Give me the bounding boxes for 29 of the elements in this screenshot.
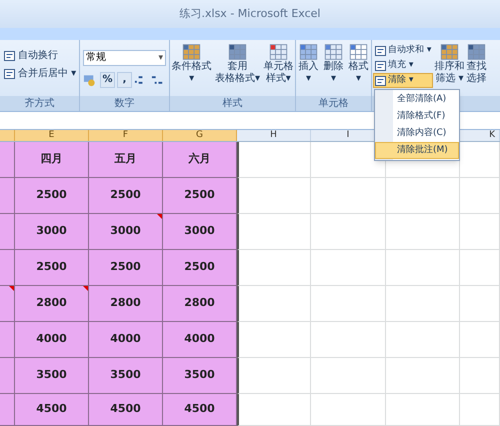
table-cell: 2500: [15, 178, 89, 214]
table-cell: 3000: [163, 214, 237, 250]
table-cell: 2500: [89, 250, 163, 286]
table-cell: 4000: [89, 322, 163, 358]
table-cell: 2800: [89, 286, 163, 322]
table-cell: 2800: [15, 286, 89, 322]
group-label: 单元格: [296, 96, 371, 111]
table-cell: 2500: [163, 178, 237, 214]
table-cell: 3000: [89, 214, 163, 250]
table-cell: 2500: [15, 250, 89, 286]
table-cell: 2500: [163, 250, 237, 286]
table-cell: 3000: [15, 214, 89, 250]
group-label: 数字: [80, 96, 169, 111]
table-cell: 2800: [163, 286, 237, 322]
table-cell: 3500: [89, 358, 163, 394]
table-cell: 四月: [15, 142, 89, 178]
table-cell: 4500: [163, 394, 237, 426]
table-cell: 2500: [89, 178, 163, 214]
table-cell: 4000: [15, 322, 89, 358]
table-cell: 4500: [89, 394, 163, 426]
table-cell: 3500: [15, 358, 89, 394]
group-label: 齐方式: [0, 96, 79, 111]
table-cell: 4000: [163, 322, 237, 358]
table-cell: 3500: [163, 358, 237, 394]
table-cell: 4500: [15, 394, 89, 426]
window-title: 练习.xlsx - Microsoft Excel: [180, 6, 320, 22]
table-cell: 五月: [89, 142, 163, 178]
table-cell: 六月: [163, 142, 237, 178]
group-label: 样式: [170, 96, 295, 111]
